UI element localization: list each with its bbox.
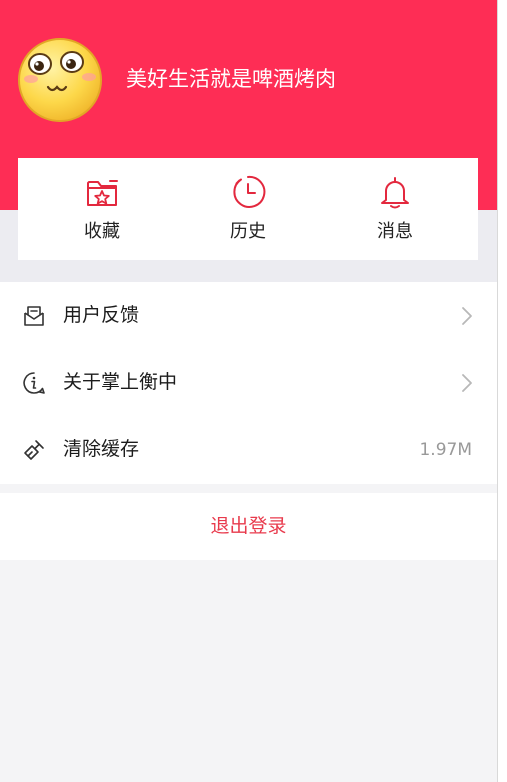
history-label: 历史 [230, 221, 266, 242]
clock-icon [233, 175, 266, 208]
history-button[interactable]: 历史 [198, 158, 298, 260]
settings-menu: 用户反馈 关于掌上衡中 清除缓存 1.97M [0, 282, 497, 484]
info-bubble-icon [23, 372, 45, 394]
screen-edge [497, 0, 507, 782]
menu-item-clear-cache[interactable]: 清除缓存 1.97M [0, 416, 497, 483]
cache-size: 1.97M [419, 440, 472, 460]
profile-screen: 美好生活就是啤酒烤肉 收藏 历史 消息 用户反馈 关于掌上衡中 清除缓存 1.9… [0, 0, 497, 782]
quick-actions-card: 收藏 历史 消息 [18, 158, 478, 260]
messages-label: 消息 [377, 221, 413, 242]
broom-icon [24, 440, 44, 460]
favorites-label: 收藏 [84, 221, 120, 242]
chevron-right-icon [462, 374, 472, 392]
feedback-envelope-icon [24, 306, 44, 326]
logout-label: 退出登录 [210, 515, 287, 537]
menu-item-label: 用户反馈 [63, 304, 140, 326]
emoji-face-icon [18, 38, 102, 122]
favorites-button[interactable]: 收藏 [52, 158, 152, 260]
favorites-folder-icon [87, 180, 118, 206]
messages-button[interactable]: 消息 [345, 158, 445, 260]
logout-button[interactable]: 退出登录 [0, 493, 497, 560]
bell-icon [381, 177, 409, 209]
menu-item-label: 关于掌上衡中 [63, 371, 178, 393]
menu-item-about[interactable]: 关于掌上衡中 [0, 349, 497, 416]
avatar[interactable] [17, 37, 103, 123]
menu-item-feedback[interactable]: 用户反馈 [0, 282, 497, 349]
username: 美好生活就是啤酒烤肉 [126, 67, 336, 91]
menu-item-label: 清除缓存 [63, 438, 140, 460]
chevron-right-icon [462, 307, 472, 325]
